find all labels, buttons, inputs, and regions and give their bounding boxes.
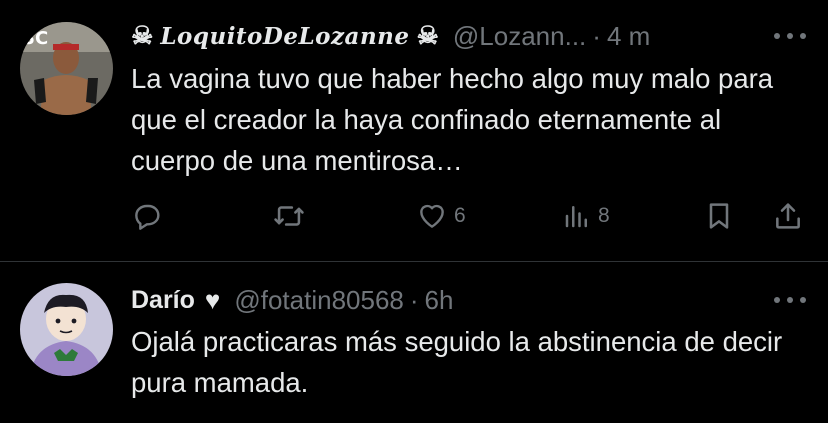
tweet-text: La vagina tuvo que haber hecho algo muy … <box>131 63 774 176</box>
share-icon <box>776 203 800 229</box>
reply-button[interactable] <box>131 193 169 239</box>
views-icon <box>565 206 587 228</box>
skull-icon: ☠ <box>416 22 439 50</box>
timestamp[interactable]: 4 m <box>607 21 650 52</box>
like-count: 6 <box>454 204 466 227</box>
views-button[interactable]: 8 <box>562 193 610 239</box>
svg-text:SC: SC <box>22 28 48 49</box>
skull-icon: ☠ <box>131 22 154 50</box>
bookmark-button[interactable] <box>703 193 735 239</box>
share-button[interactable] <box>772 193 804 239</box>
more-options-icon[interactable] <box>774 297 806 305</box>
handle[interactable]: @Lozann... <box>453 21 586 52</box>
bookmark-icon <box>709 203 729 229</box>
tweet-actions: 6 8 <box>0 193 828 239</box>
retweet-button[interactable] <box>272 193 312 239</box>
retweet-icon <box>274 206 304 226</box>
views-count: 8 <box>598 204 610 227</box>
heart-emoji-icon: ♥ <box>204 284 221 315</box>
timestamp[interactable]: 6h <box>425 285 454 316</box>
display-name[interactable]: ☠ LoquitoDeLozanne ☠ <box>131 21 439 51</box>
tweet[interactable]: Darío ♥ @fotatin80568 · 6h Ojalá practic… <box>0 262 828 423</box>
reply-icon <box>135 204 160 230</box>
heart-icon <box>420 204 444 228</box>
more-options-icon[interactable] <box>774 33 806 41</box>
handle[interactable]: @fotatin80568 <box>234 285 404 316</box>
avatar[interactable] <box>20 283 113 376</box>
avatar[interactable]: SC <box>20 22 113 115</box>
tweet-text: Ojalá practicaras más seguido la abstine… <box>131 326 783 398</box>
separator-dot: · <box>592 20 601 51</box>
tweet[interactable]: SC ☠ LoquitoDeLozanne ☠ @Lozann... · 4 m… <box>0 0 828 261</box>
like-button[interactable]: 6 <box>416 193 466 239</box>
display-name[interactable]: Darío <box>131 286 195 315</box>
display-name-text: LoquitoDeLozanne <box>160 23 410 50</box>
separator-dot: · <box>409 284 419 315</box>
